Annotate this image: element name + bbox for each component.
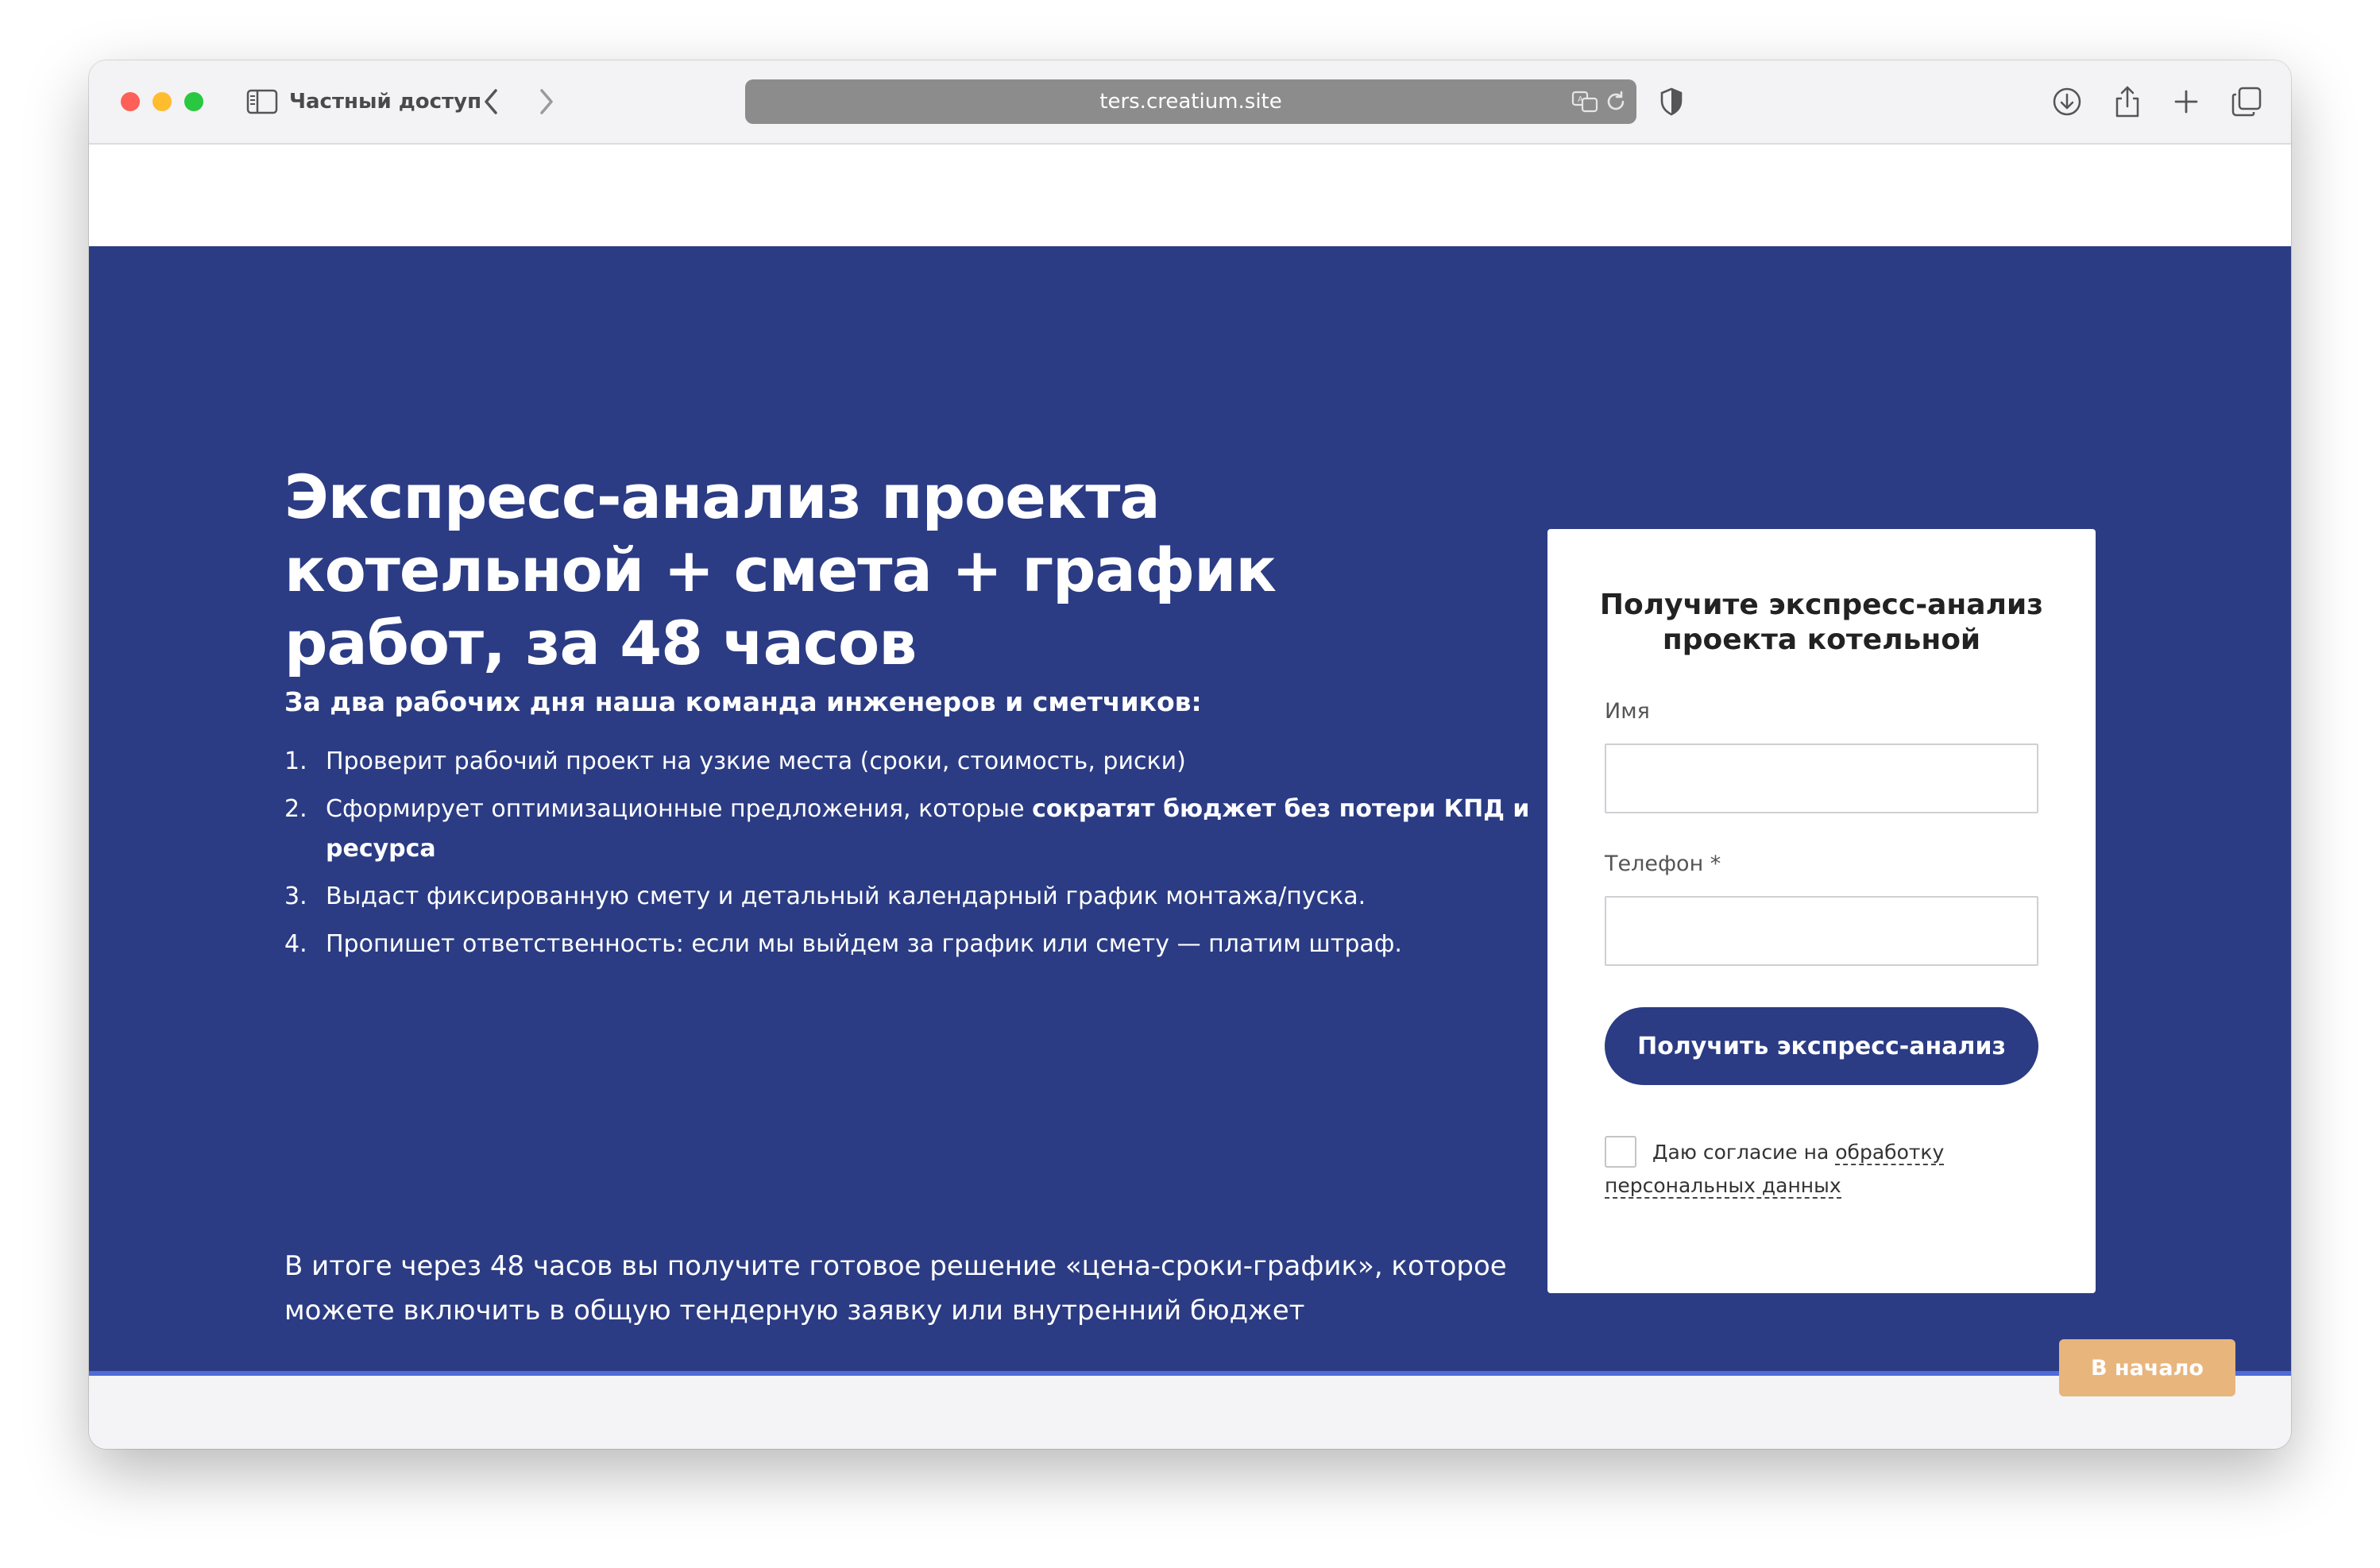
back-to-top-button[interactable]: В начало: [2059, 1339, 2235, 1396]
phone-input[interactable]: [1605, 896, 2038, 966]
close-window-button[interactable]: [121, 92, 140, 111]
lead-form: Получите экспресс-анализ проекта котельн…: [1547, 529, 2096, 1293]
minimize-window-button[interactable]: [153, 92, 172, 111]
hero-title: Экспресс-анализ проекта котельной + смет…: [284, 462, 1277, 678]
download-icon[interactable]: [2050, 84, 2084, 119]
list-item: 4. Пропишет ответственность: если мы выйд…: [284, 930, 1402, 958]
shield-icon[interactable]: [1656, 84, 1687, 119]
address-bar[interactable]: ters.creatium.site A: [745, 79, 1636, 124]
list-item: 3. Выдаст фиксированную смету и детальный…: [284, 882, 1366, 910]
steps-list: 1. Проверит рабочий проект на узкие места…: [284, 742, 1587, 972]
list-item: 1. Проверит рабочий проект на узкие места…: [284, 747, 1186, 775]
hero-section: Экспресс-анализ проекта котельной + смет…: [89, 246, 2291, 1371]
reload-icon[interactable]: [1603, 89, 1629, 114]
page-content: Экспресс-анализ проекта котельной + смет…: [89, 145, 2291, 1449]
consent-label: Даю согласие на обработку персональных д…: [1605, 1141, 1945, 1199]
url-text: ters.creatium.site: [1099, 90, 1282, 114]
share-icon[interactable]: [2110, 84, 2145, 119]
sidebar-icon[interactable]: [245, 84, 280, 119]
title-bar: Частный доступ ters.creatium.site A: [89, 60, 2291, 145]
private-browsing-label: Частный доступ: [289, 90, 482, 114]
submit-button[interactable]: Получить экспресс-анализ: [1605, 1007, 2038, 1085]
hero-summary: В итоге через 48 часов вы получите готов…: [284, 1250, 1507, 1327]
list-item: 2. Сформирует оптимизационные предложения…: [284, 795, 1530, 863]
accent-divider: [89, 1371, 2291, 1376]
phone-label: Телефон *: [1605, 852, 1721, 876]
tabs-icon[interactable]: [2229, 84, 2264, 119]
hero-subtitle: За два рабочих дня наша команда инженеро…: [284, 686, 1202, 717]
zoom-window-button[interactable]: [184, 92, 203, 111]
chevron-right-icon[interactable]: [531, 84, 562, 119]
form-title: Получите экспресс-анализ проекта котельн…: [1599, 589, 2044, 656]
plus-icon[interactable]: [2169, 84, 2204, 119]
name-label: Имя: [1605, 699, 1650, 724]
translate-icon[interactable]: A: [1571, 91, 1598, 113]
svg-text:A: A: [1578, 95, 1583, 104]
name-input[interactable]: [1605, 743, 2038, 813]
chevron-left-icon[interactable]: [475, 84, 507, 119]
top-strip: [89, 145, 2291, 246]
browser-window: Частный доступ ters.creatium.site A Эксп…: [89, 60, 2291, 1449]
